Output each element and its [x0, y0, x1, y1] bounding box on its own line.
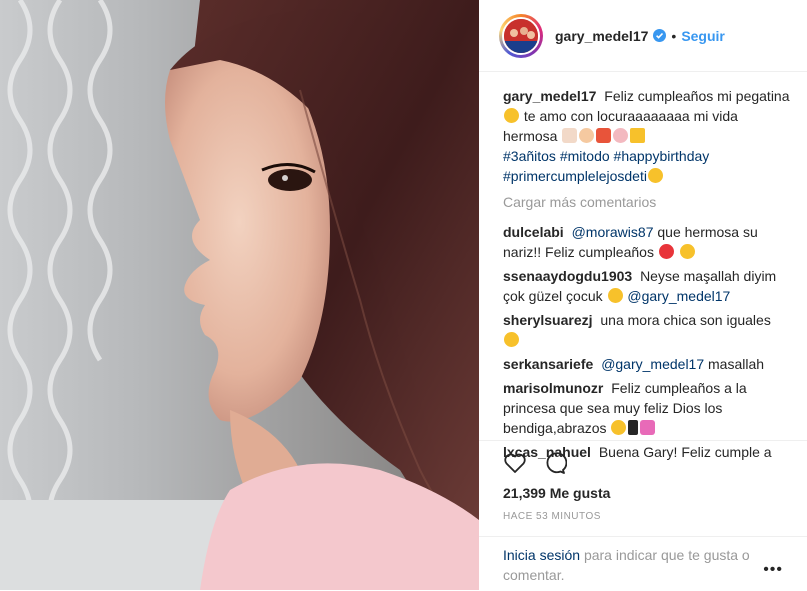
sparkling-heart-emoji	[640, 420, 656, 435]
comment-username[interactable]: marisolmunozr	[503, 380, 603, 396]
alarm-clock-emoji	[613, 128, 629, 143]
party-popper-emoji	[630, 128, 646, 143]
comment-username[interactable]: dulcelabi	[503, 224, 564, 240]
comment-row: serkansariefe @gary_medel17 masallah	[503, 354, 795, 374]
smile-emoji	[679, 244, 695, 259]
action-icons	[503, 451, 568, 480]
load-more-comments[interactable]: Cargar más comentarios	[503, 192, 795, 212]
login-link[interactable]: Inicia sesión	[503, 547, 580, 563]
post-timestamp: HACE 53 MINUTOS	[503, 511, 601, 522]
comment-username[interactable]: ssenaaydogdu1903	[503, 268, 632, 284]
hashtag[interactable]: #3añitos	[503, 148, 556, 164]
caption-text: Feliz cumpleaños mi pegatina	[604, 88, 790, 104]
comment-mention[interactable]: @gary_medel17	[627, 288, 730, 304]
caption: gary_medel17 Feliz cumpleaños mi pegatin…	[503, 86, 795, 186]
avatar[interactable]	[499, 13, 543, 58]
hashtag[interactable]: #happybirthday	[614, 148, 710, 164]
heart-eyes-emoji	[611, 420, 627, 435]
post-actions: 21,399 Me gusta HACE 53 MINUTOS Inicia s…	[479, 440, 807, 591]
post-photo[interactable]	[0, 0, 479, 590]
separator-dot: •	[671, 27, 677, 44]
heart-icon[interactable]	[503, 451, 527, 480]
more-options-icon[interactable]: •••	[763, 561, 783, 579]
comment-row: sherylsuarezj una mora chica son iguales	[503, 310, 795, 350]
comment-text: una mora chica son iguales	[600, 312, 771, 328]
divider	[479, 536, 807, 537]
comment-mention[interactable]: @gary_medel17	[601, 356, 704, 372]
comment-icon[interactable]	[543, 451, 568, 480]
comment-username[interactable]: serkansariefe	[503, 356, 593, 372]
comment-text: masallah	[708, 356, 765, 372]
login-prompt: Inicia sesión para indicar que te gusta …	[503, 545, 773, 585]
balloon-emoji	[658, 244, 674, 259]
caption-username[interactable]: gary_medel17	[503, 88, 596, 104]
likes-count[interactable]: 21,399 Me gusta	[503, 485, 610, 501]
heart-emoji	[628, 420, 639, 435]
girl-emoji	[579, 128, 595, 143]
gift-emoji	[596, 128, 612, 143]
avatar-image	[504, 18, 538, 53]
post-header: gary_medel17 • Seguir	[479, 0, 807, 72]
post-username[interactable]: gary_medel17	[555, 28, 648, 44]
comment-username[interactable]: sherylsuarezj	[503, 312, 593, 328]
sad-face-emoji	[647, 168, 663, 183]
verified-icon	[653, 29, 667, 42]
heart-eyes-emoji	[504, 108, 519, 123]
comment-row: marisolmunozr Feliz cumpleaños a la prin…	[503, 378, 795, 438]
hashtag[interactable]: #primercumplelejosdeti	[503, 168, 647, 184]
heart-eyes-emoji	[607, 288, 623, 303]
comment-row: dulcelabi @morawis87 que hermosa su nari…	[503, 222, 795, 262]
cake-emoji	[562, 128, 578, 143]
comment-mention[interactable]: @morawis87	[572, 224, 654, 240]
hashtag[interactable]: #mitodo	[560, 148, 610, 164]
comments-list: gary_medel17 Feliz cumpleaños mi pegatin…	[503, 86, 795, 466]
heart-eyes-emoji	[504, 332, 519, 347]
follow-button[interactable]: Seguir	[681, 28, 725, 44]
photo-image	[0, 0, 479, 590]
comment-row: ssenaaydogdu1903 Neyse maşallah diyim ço…	[503, 266, 795, 306]
